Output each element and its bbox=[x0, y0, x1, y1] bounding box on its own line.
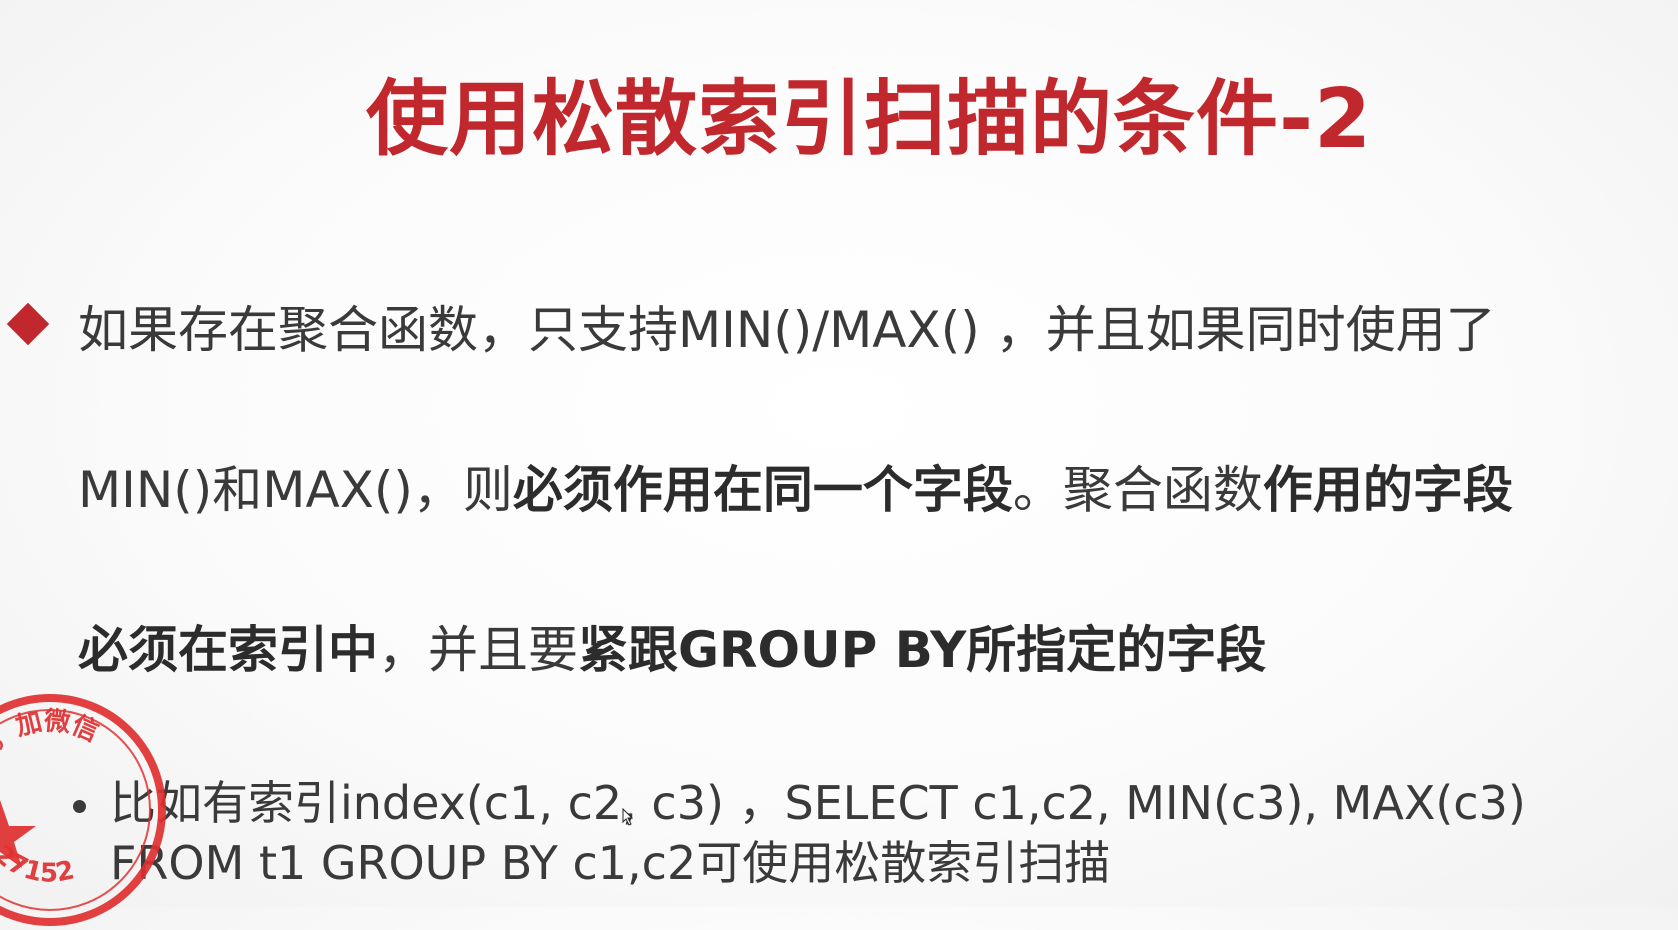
bullet-line-2-text-2: 。聚合函数 bbox=[1012, 461, 1263, 519]
bullet-line-3-text-1: ，并且要 bbox=[378, 621, 578, 679]
sub-bullet-line-1: 比如有索引index(c1, c2, c3) ，SELECT c1,c2, MI… bbox=[110, 776, 1526, 830]
diamond-bullet-icon bbox=[6, 302, 50, 346]
bullet-line-3: 必须在索引中，并且要紧跟GROUP BY所指定的字段 bbox=[78, 620, 1266, 680]
bullet-line-2-bold-2: 作用的字段 bbox=[1262, 461, 1513, 519]
bullet-line-1: 如果存在聚合函数，只支持MIN()/MAX() ，并且如果同时使用了 bbox=[78, 301, 1496, 359]
stamp-text: 资源，加微信 bbox=[0, 705, 103, 797]
presentation-slide: 使用松散索引扫描的条件-2 如果存在聚合函数，只支持MIN()/MAX() ，并… bbox=[0, 0, 1678, 926]
sub-bullet-dot-icon bbox=[73, 800, 86, 813]
bullet-line-3-bold-2: 紧跟GROUP BY所指定的字段 bbox=[578, 621, 1267, 679]
mouse-pointer-icon bbox=[622, 808, 634, 826]
stamp-number: 27152 bbox=[0, 839, 77, 888]
slide-title: 使用松散索引扫描的条件-2 bbox=[365, 72, 1373, 167]
svg-text:资源，加微信: 资源，加微信 bbox=[0, 705, 103, 797]
bullet-line-2-bold-1: 必须作用在同一个字段 bbox=[512, 461, 1013, 519]
bullet-line-2-text-1: MIN()和MAX()，则 bbox=[78, 461, 513, 519]
sub-bullet-line-2: FROM t1 GROUP BY c1,c2可使用松散索引扫描 bbox=[110, 836, 1111, 890]
bullet-line-3-bold-1: 必须在索引中 bbox=[78, 621, 378, 679]
bullet-line-2: MIN()和MAX()，则必须作用在同一个字段。聚合函数作用的字段 bbox=[78, 460, 1513, 520]
svg-text:27152: 27152 bbox=[0, 839, 77, 888]
